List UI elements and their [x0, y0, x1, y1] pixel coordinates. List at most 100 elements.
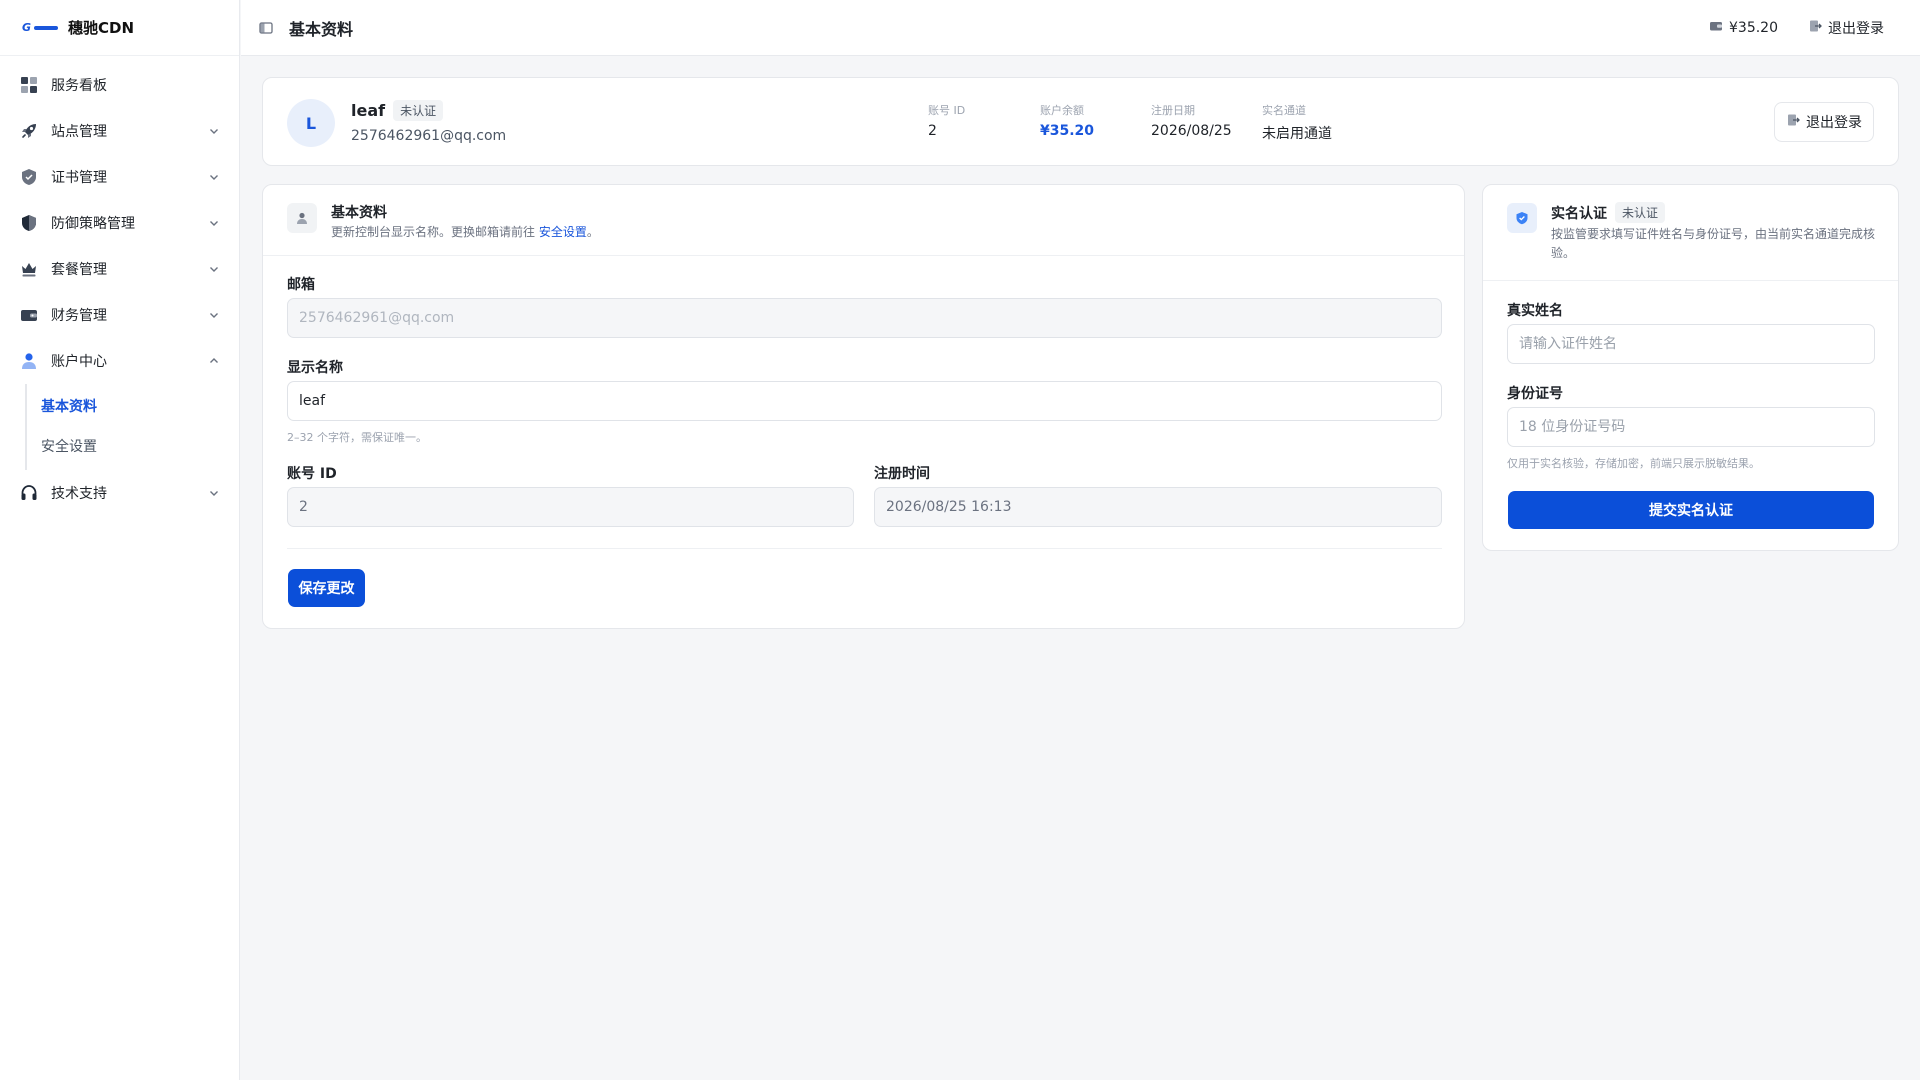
verification-status-badge: 未认证	[1615, 202, 1666, 223]
basic-info-header: 基本资料 更新控制台显示名称。更换邮箱请前往 安全设置。	[263, 185, 1464, 256]
stat-label: 实名通道	[1262, 104, 1306, 117]
display-name-label: 显示名称	[287, 360, 343, 376]
basic-info-title: 基本资料	[331, 205, 387, 221]
sidebar-item-label: 防御策略管理	[51, 216, 135, 232]
sidebar-item-label: 技术支持	[51, 486, 107, 502]
profile-summary-card: L leaf 未认证 2576462961@qq.com 账号 ID 2 账户余…	[262, 77, 1899, 166]
stat-label: 账户余额	[1040, 104, 1084, 117]
stat-register-date: 注册日期 2026/08/25	[1151, 102, 1232, 139]
id-number-input[interactable]	[1519, 419, 1863, 435]
sidebar-item-certificates[interactable]: 证书管理	[0, 154, 239, 200]
logout-label: 退出登录	[1806, 115, 1862, 131]
account-id-field: 2	[287, 487, 854, 527]
real-name-verification-card: 实名认证 未认证 按监管要求填写证件姓名与身份证号，由当前实名通道完成核验。 真…	[1482, 184, 1899, 551]
chevron-down-icon	[207, 486, 221, 500]
chevron-down-icon	[207, 170, 221, 184]
user-icon	[287, 203, 317, 233]
id-number-hint: 仅用于实名核验，存储加密，前端只展示脱敏结果。	[1507, 457, 1760, 470]
account-sub-nav: 基本资料 安全设置	[25, 384, 239, 470]
verification-status-badge: 未认证	[393, 100, 444, 121]
chevron-down-icon	[207, 216, 221, 230]
verification-description: 按监管要求填写证件姓名与身份证号，由当前实名通道完成核验。	[1551, 227, 1876, 260]
chevron-down-icon	[207, 308, 221, 322]
sidebar-item-plans[interactable]: 套餐管理	[0, 246, 239, 292]
verification-header: 实名认证 未认证 按监管要求填写证件姓名与身份证号，由当前实名通道完成核验。	[1483, 185, 1898, 281]
brand-logo: G	[22, 21, 60, 35]
real-name-input[interactable]	[1519, 336, 1863, 352]
register-time-field: 2026/08/25 16:13	[874, 487, 1442, 527]
stat-account-id: 账号 ID 2	[928, 102, 965, 139]
logout-icon	[1786, 113, 1800, 131]
basic-info-description: 更新控制台显示名称。更换邮箱请前往 安全设置。	[331, 223, 599, 240]
header-balance[interactable]: ¥35.20	[1709, 19, 1778, 37]
shield-icon	[19, 167, 39, 187]
header-logout-button[interactable]: 退出登录	[1808, 18, 1884, 38]
email-label: 邮箱	[287, 277, 315, 293]
verification-title-row: 实名认证 未认证	[1551, 202, 1666, 223]
profile-email: 2576462961@qq.com	[351, 128, 507, 144]
brand[interactable]: G 穗驰CDN	[0, 0, 239, 56]
crown-icon	[19, 259, 39, 279]
display-name-field[interactable]	[287, 381, 1442, 421]
verification-title: 实名认证	[1551, 205, 1607, 222]
user-icon	[19, 351, 39, 371]
sidebar-item-account[interactable]: 账户中心	[0, 338, 239, 384]
save-button[interactable]: 保存更改	[288, 569, 365, 607]
sidebar-item-label: 证书管理	[51, 170, 107, 186]
form-divider	[287, 548, 1442, 549]
brand-logo-letter: G	[22, 20, 32, 34]
page-title: 基本资料	[289, 19, 354, 39]
rocket-icon	[19, 121, 39, 141]
basic-info-card: 基本资料 更新控制台显示名称。更换邮箱请前往 安全设置。 邮箱 25764629…	[262, 184, 1465, 629]
stat-value: 2026/08/25	[1151, 123, 1232, 139]
headset-icon	[19, 483, 39, 503]
account-id-label: 账号 ID	[287, 466, 337, 482]
sidebar-subitem-security-settings[interactable]: 安全设置	[27, 426, 239, 466]
sidebar-nav: 服务看板 站点管理 证书管理 防御策略管理 套餐管理 财务管理 账户中心 基本资…	[0, 56, 239, 516]
stat-value: ¥35.20	[1040, 123, 1095, 139]
sidebar-subitem-basic-profile[interactable]: 基本资料	[27, 386, 239, 426]
stat-label: 注册日期	[1151, 104, 1195, 117]
display-name-input[interactable]	[299, 393, 1430, 409]
sidebar-toggle-icon[interactable]	[259, 20, 275, 36]
stat-balance: 账户余额 ¥35.20	[1040, 102, 1094, 139]
sidebar-item-label: 财务管理	[51, 308, 107, 324]
stat-label: 账号 ID	[928, 104, 966, 117]
id-number-field[interactable]	[1507, 407, 1875, 447]
sidebar-item-sites[interactable]: 站点管理	[0, 108, 239, 154]
sidebar-item-defense[interactable]: 防御策略管理	[0, 200, 239, 246]
logout-button[interactable]: 退出登录	[1774, 102, 1874, 142]
stat-verify-channel: 实名通道 未启用通道	[1262, 102, 1332, 143]
stat-value: 未启用通道	[1262, 126, 1332, 142]
dashboard-icon	[19, 75, 39, 95]
chevron-down-icon	[207, 262, 221, 276]
sidebar-item-label: 站点管理	[51, 124, 107, 140]
shield-check-icon	[1507, 203, 1537, 233]
chevron-up-icon	[207, 354, 221, 368]
profile-name: leaf	[351, 101, 386, 120]
basic-info-description-suffix: 。	[586, 225, 599, 239]
stat-value: 2	[928, 123, 937, 139]
header-balance-value: ¥35.20	[1729, 19, 1778, 36]
email-field: 2576462961@qq.com	[287, 298, 1442, 338]
register-time-label: 注册时间	[874, 466, 930, 482]
display-name-hint: 2–32 个字符，需保证唯一。	[287, 431, 427, 444]
wallet-icon	[1709, 19, 1723, 37]
logout-icon	[1808, 19, 1822, 37]
sidebar-item-label: 服务看板	[51, 78, 107, 94]
basic-info-description-text: 更新控制台显示名称。更换邮箱请前往	[331, 225, 539, 239]
header-logout-label: 退出登录	[1828, 20, 1884, 37]
brand-name: 穗驰CDN	[68, 19, 135, 37]
chevron-down-icon	[207, 124, 221, 138]
security-settings-link[interactable]: 安全设置	[539, 225, 587, 239]
real-name-field[interactable]	[1507, 324, 1875, 364]
sidebar-item-label: 套餐管理	[51, 262, 107, 278]
sidebar-item-support[interactable]: 技术支持	[0, 470, 239, 516]
sidebar: G 穗驰CDN 服务看板 站点管理 证书管理 防御策略管理 套餐管理 财务管理 …	[0, 0, 240, 1080]
sidebar-item-finance[interactable]: 财务管理	[0, 292, 239, 338]
top-header: 基本资料 ¥35.20 退出登录	[241, 0, 1920, 56]
real-name-label: 真实姓名	[1507, 303, 1563, 319]
sidebar-item-label: 账户中心	[51, 354, 107, 370]
submit-verification-button[interactable]: 提交实名认证	[1508, 491, 1874, 529]
sidebar-item-dashboard[interactable]: 服务看板	[0, 62, 239, 108]
